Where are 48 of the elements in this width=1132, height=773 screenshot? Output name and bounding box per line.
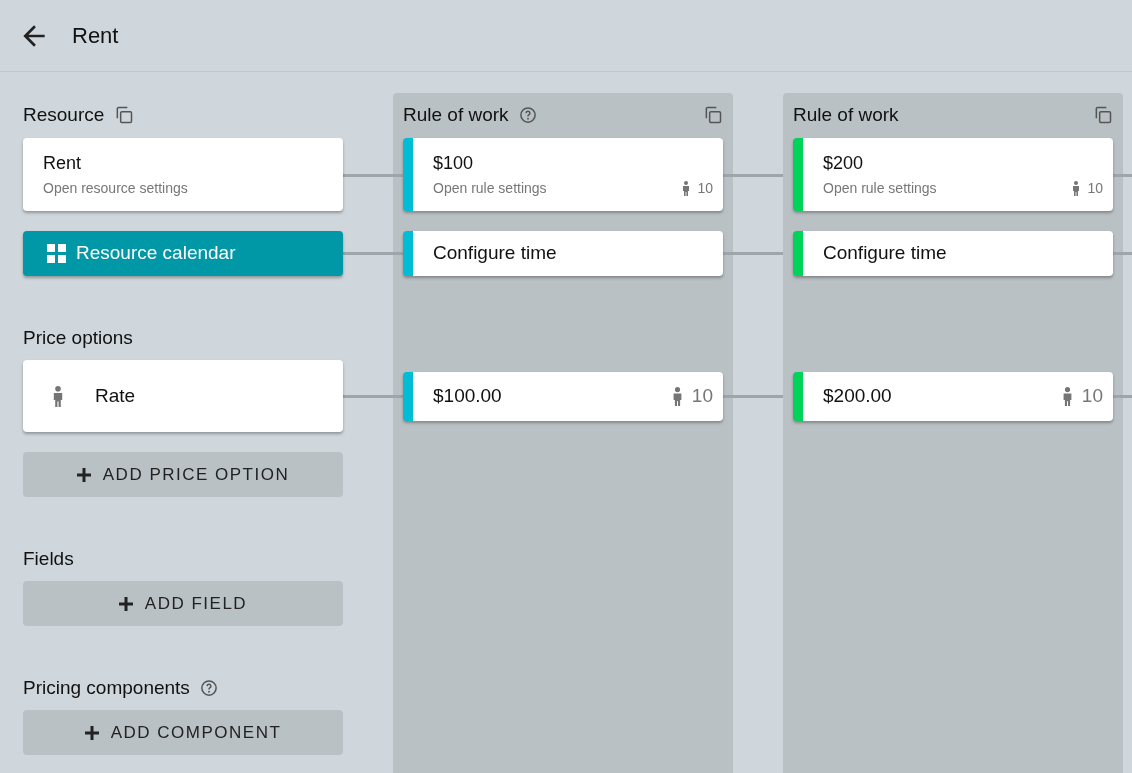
card-title: Rent: [43, 152, 83, 174]
price-value: $100.00: [433, 384, 502, 409]
rule-card[interactable]: $200 Open rule settings 10: [793, 138, 1113, 211]
connector-line: [723, 252, 783, 255]
grid-icon: [47, 244, 66, 263]
card-subtitle: Open rule settings: [433, 179, 547, 198]
plus-icon: [118, 596, 133, 611]
price-card[interactable]: $100.00 10: [403, 372, 723, 421]
add-button[interactable]: ADD PRICE OPTION: [23, 452, 343, 497]
person-icon: [681, 181, 692, 196]
connector-line: [343, 174, 403, 177]
column-title: Rule of work: [793, 102, 899, 127]
section-label: Resource: [23, 102, 105, 127]
connector-line: [343, 252, 403, 255]
price-option-card[interactable]: Rate: [23, 360, 343, 432]
section-label: Pricing components: [23, 675, 190, 700]
connector-line: [723, 395, 783, 398]
time-button[interactable]: Configure time: [403, 231, 723, 276]
copy-icon[interactable]: [114, 105, 135, 125]
section-label: Price options: [23, 325, 133, 350]
copy-icon[interactable]: [703, 105, 723, 125]
section-label: Fields: [23, 546, 74, 571]
page-title: Rent: [72, 22, 119, 50]
add-button[interactable]: ADD FIELD: [23, 581, 343, 626]
time-button[interactable]: Configure time: [793, 231, 1113, 276]
resource-card[interactable]: Rent Open resource settings: [23, 138, 343, 211]
price-option-label: Rate: [95, 383, 136, 408]
capacity-count: 10: [697, 179, 713, 198]
add-button[interactable]: ADD COMPONENT: [23, 710, 343, 755]
connector-line: [723, 174, 783, 177]
person-icon: [1071, 181, 1082, 196]
capacity-count: 10: [1081, 384, 1103, 409]
copy-icon[interactable]: [1093, 105, 1113, 125]
price-value: $200.00: [823, 384, 892, 409]
connector-line: [343, 395, 403, 398]
card-subtitle: Open rule settings: [823, 179, 937, 198]
calendar-button[interactable]: Resource calendar: [23, 231, 343, 276]
capacity-count: 10: [1087, 179, 1103, 198]
rule-price: $100: [433, 152, 475, 174]
price-card[interactable]: $200.00 10: [793, 372, 1113, 421]
capacity-count: 10: [691, 384, 713, 409]
card-subtitle: Open resource settings: [43, 179, 189, 198]
plus-icon: [76, 467, 91, 482]
plus-icon: [84, 725, 99, 740]
person-icon: [51, 385, 65, 407]
column-title: Rule of work: [403, 102, 509, 127]
rule-price: $200: [823, 152, 865, 174]
rule-card[interactable]: $100 Open rule settings 10: [403, 138, 723, 211]
